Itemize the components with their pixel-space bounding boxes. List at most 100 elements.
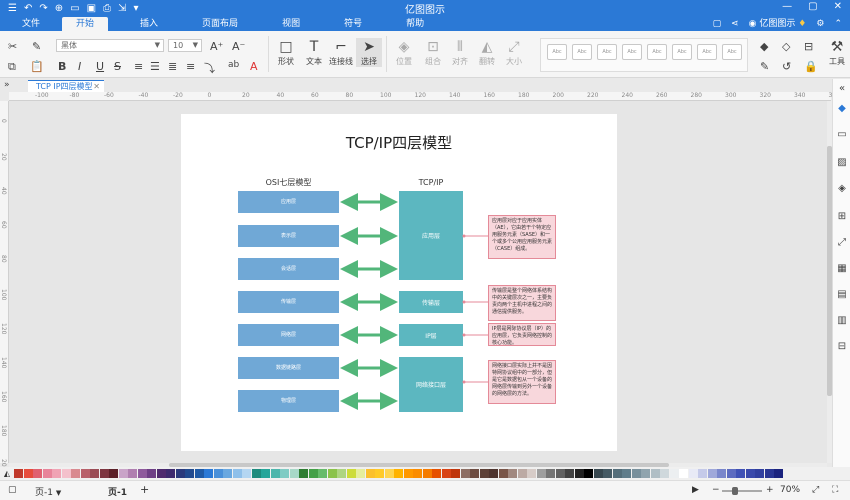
color-swatch[interactable] bbox=[679, 469, 688, 478]
color-swatch[interactable] bbox=[403, 469, 413, 478]
color-swatch[interactable] bbox=[33, 469, 42, 478]
color-swatch[interactable] bbox=[365, 469, 375, 478]
color-swatch[interactable] bbox=[213, 469, 223, 478]
color-swatch[interactable] bbox=[175, 469, 185, 478]
color-swatch[interactable] bbox=[71, 469, 80, 478]
color-swatch[interactable] bbox=[346, 469, 356, 478]
color-swatch[interactable] bbox=[337, 469, 346, 478]
color-swatch[interactable] bbox=[650, 469, 660, 478]
add-page-button[interactable]: + bbox=[140, 483, 149, 496]
color-swatch[interactable] bbox=[612, 469, 622, 478]
color-swatch[interactable] bbox=[99, 469, 109, 478]
color-swatch[interactable] bbox=[80, 469, 90, 478]
page-view-icon[interactable]: ▢ bbox=[8, 485, 17, 495]
color-swatch[interactable] bbox=[166, 469, 175, 478]
color-swatch[interactable] bbox=[232, 469, 242, 478]
color-swatch[interactable] bbox=[498, 469, 508, 478]
color-swatch[interactable] bbox=[536, 469, 546, 478]
color-swatch[interactable] bbox=[764, 469, 774, 478]
play-icon[interactable]: ▶ bbox=[692, 485, 699, 495]
outline-panel-icon[interactable]: ▤ bbox=[836, 289, 848, 301]
color-swatch[interactable] bbox=[223, 469, 232, 478]
style-panel-icon[interactable]: ◆ bbox=[836, 103, 848, 115]
color-swatch[interactable] bbox=[384, 469, 394, 478]
color-swatch[interactable] bbox=[717, 469, 726, 478]
color-swatch[interactable] bbox=[289, 469, 299, 478]
color-swatch[interactable] bbox=[460, 469, 470, 478]
image-panel-icon[interactable]: ▨ bbox=[836, 157, 848, 169]
fullscreen-icon[interactable]: ⛶ bbox=[832, 485, 838, 495]
color-swatch[interactable] bbox=[327, 469, 337, 478]
color-swatch[interactable] bbox=[441, 469, 451, 478]
color-swatch[interactable] bbox=[147, 469, 156, 478]
layers-panel-icon[interactable]: ◈ bbox=[836, 183, 848, 195]
color-swatch[interactable] bbox=[242, 469, 251, 478]
color-swatch[interactable] bbox=[631, 469, 641, 478]
table-panel-icon[interactable]: ▦ bbox=[836, 263, 848, 275]
color-swatch[interactable] bbox=[413, 469, 422, 478]
color-swatch[interactable] bbox=[698, 469, 707, 478]
color-swatch[interactable] bbox=[479, 469, 489, 478]
color-swatch[interactable] bbox=[774, 469, 783, 478]
color-swatch[interactable] bbox=[61, 469, 71, 478]
color-swatch[interactable] bbox=[52, 469, 61, 478]
color-swatch[interactable] bbox=[641, 469, 650, 478]
color-swatch[interactable] bbox=[204, 469, 213, 478]
color-swatch[interactable] bbox=[707, 469, 717, 478]
color-swatch[interactable] bbox=[603, 469, 612, 478]
color-swatch[interactable] bbox=[669, 469, 679, 478]
zoom-slider-handle[interactable] bbox=[732, 487, 738, 495]
zoom-out-icon[interactable]: − bbox=[712, 485, 720, 495]
color-swatch[interactable] bbox=[14, 469, 23, 478]
color-swatch[interactable] bbox=[280, 469, 289, 478]
fill-panel-icon[interactable]: ▭ bbox=[836, 129, 848, 141]
color-swatch[interactable] bbox=[726, 469, 736, 478]
color-swatch[interactable] bbox=[593, 469, 603, 478]
color-swatch[interactable] bbox=[451, 469, 460, 478]
color-swatch[interactable] bbox=[622, 469, 631, 478]
data-panel-icon[interactable]: ⊞ bbox=[836, 211, 848, 223]
color-swatch[interactable] bbox=[90, 469, 99, 478]
color-swatch[interactable] bbox=[308, 469, 318, 478]
color-swatch[interactable] bbox=[23, 469, 33, 478]
color-swatch[interactable] bbox=[270, 469, 280, 478]
fill-bucket-icon[interactable]: ◭ bbox=[0, 469, 14, 478]
color-swatch[interactable] bbox=[422, 469, 432, 478]
color-swatch[interactable] bbox=[137, 469, 147, 478]
color-swatch[interactable] bbox=[118, 469, 128, 478]
history-panel-icon[interactable]: ⊟ bbox=[836, 341, 848, 353]
color-swatch[interactable] bbox=[109, 469, 118, 478]
color-swatch[interactable] bbox=[432, 469, 441, 478]
color-swatch[interactable] bbox=[517, 469, 527, 478]
color-swatch[interactable] bbox=[745, 469, 755, 478]
color-swatch[interactable] bbox=[156, 469, 166, 478]
collapse-panel-icon[interactable]: « bbox=[836, 83, 848, 95]
color-swatch[interactable] bbox=[251, 469, 261, 478]
color-swatch[interactable] bbox=[555, 469, 565, 478]
color-swatch[interactable] bbox=[470, 469, 479, 478]
page-selector[interactable]: 页-1 ▼ bbox=[35, 485, 61, 498]
color-swatch[interactable] bbox=[660, 469, 669, 478]
color-swatch[interactable] bbox=[194, 469, 204, 478]
color-swatch[interactable] bbox=[688, 469, 698, 478]
color-swatch[interactable] bbox=[527, 469, 536, 478]
color-swatch[interactable] bbox=[584, 469, 593, 478]
color-swatch[interactable] bbox=[299, 469, 308, 478]
color-swatch[interactable] bbox=[261, 469, 270, 478]
zoom-in-icon[interactable]: + bbox=[766, 485, 774, 495]
zoom-slider[interactable] bbox=[722, 487, 762, 495]
color-swatch[interactable] bbox=[574, 469, 584, 478]
color-swatch[interactable] bbox=[356, 469, 365, 478]
color-swatch[interactable] bbox=[508, 469, 517, 478]
color-swatch[interactable] bbox=[128, 469, 137, 478]
zoom-level[interactable]: 70% bbox=[780, 485, 800, 495]
color-swatch[interactable] bbox=[394, 469, 403, 478]
color-swatch[interactable] bbox=[489, 469, 498, 478]
page-panel-icon[interactable]: ▥ bbox=[836, 315, 848, 327]
color-swatch[interactable] bbox=[42, 469, 52, 478]
color-swatch[interactable] bbox=[565, 469, 574, 478]
color-swatch[interactable] bbox=[546, 469, 555, 478]
color-swatch[interactable] bbox=[318, 469, 327, 478]
fit-page-icon[interactable]: ⤢ bbox=[812, 485, 819, 495]
color-swatch[interactable] bbox=[736, 469, 745, 478]
